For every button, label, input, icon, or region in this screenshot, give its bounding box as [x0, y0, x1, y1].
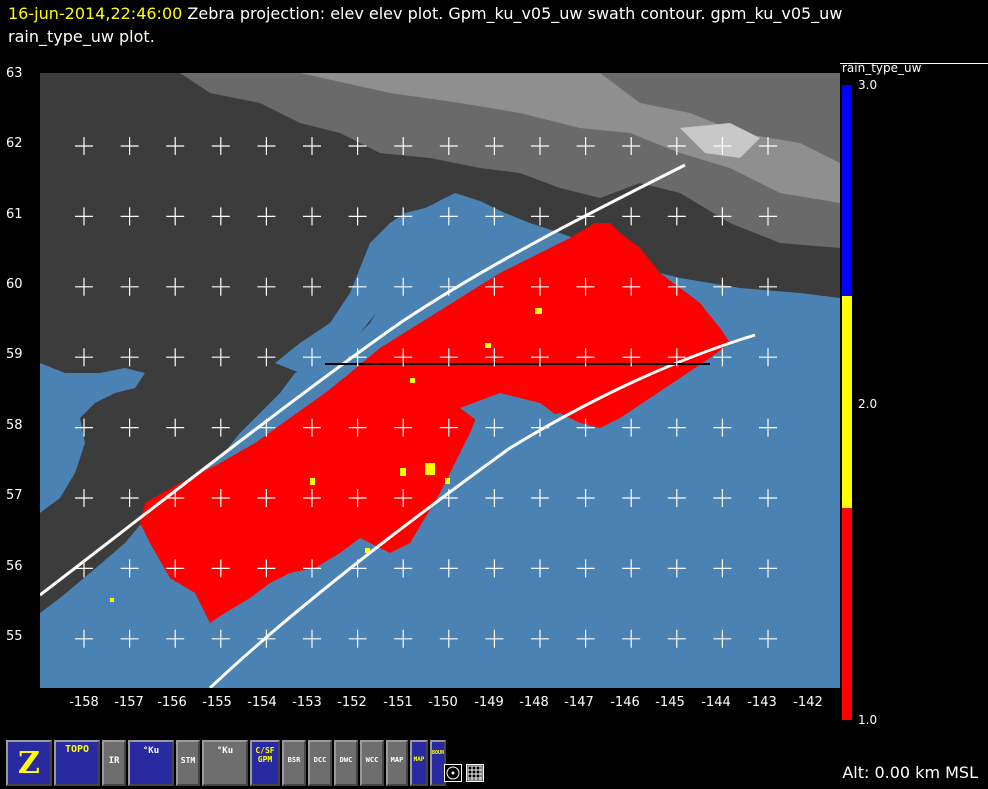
stm-button[interactable]: STM — [176, 740, 200, 786]
lon-label: -152 — [337, 695, 367, 710]
target-icon[interactable] — [444, 764, 462, 782]
lon-label: -143 — [747, 695, 777, 710]
c-sf-gpm-button-label: C/SF GPM — [255, 746, 275, 764]
title-description: Zebra projection: elev elev plot. Gpm_ku… — [182, 4, 843, 23]
topo-button-label: TOPO — [64, 744, 90, 755]
wcc-button-label: WCC — [365, 756, 379, 764]
lat-label: 56 — [6, 559, 23, 574]
topo-button[interactable]: TOPO — [54, 740, 100, 786]
zebra-logo-button[interactable]: Z — [6, 740, 52, 786]
ku-button[interactable]: °Ku — [128, 740, 174, 786]
bsr-button-label: BSR — [287, 756, 301, 764]
zebra-logo-label: Z — [18, 746, 40, 781]
map-us-button-label: MAP — [413, 756, 425, 763]
stm-button-label: STM — [180, 756, 196, 765]
bounds-button-label: BOUNDS — [432, 750, 445, 756]
lon-label: -145 — [655, 695, 685, 710]
dwc-button-label: DWC — [339, 756, 353, 764]
lat-label: 55 — [6, 629, 23, 644]
lon-label: -158 — [69, 695, 99, 710]
lat-label: 63 — [6, 66, 23, 81]
dcc-button[interactable]: DCC — [308, 740, 332, 786]
dcc-button-label: DCC — [313, 756, 327, 764]
lat-label: 61 — [6, 207, 23, 222]
colorbar-tick: 2.0 — [858, 397, 878, 411]
map-button[interactable]: MAP — [386, 740, 408, 786]
lon-label: -149 — [474, 695, 504, 710]
title-timestamp: 16-jun-2014,22:46:00 — [8, 4, 183, 23]
lon-label: -156 — [157, 695, 187, 710]
lon-label: -142 — [793, 695, 823, 710]
lon-label: -151 — [383, 695, 413, 710]
lon-label: -157 — [114, 695, 144, 710]
colorbar-segment-red — [842, 508, 852, 720]
altitude-readout: Alt: 0.00 km MSL — [842, 763, 978, 782]
colorbar-label: rain_type_uw — [842, 61, 922, 75]
map-canvas[interactable] — [40, 73, 840, 688]
lat-label: 58 — [6, 418, 23, 433]
lat-label: 59 — [6, 347, 23, 362]
title-line2: rain_type_uw plot. — [8, 27, 155, 46]
ku-button-label: °Ku — [142, 746, 160, 756]
ku-ws-button[interactable]: °Ku — [202, 740, 248, 786]
lon-label: -154 — [247, 695, 277, 710]
lon-label: -148 — [519, 695, 549, 710]
dwc-button[interactable]: DWC — [334, 740, 358, 786]
lon-label: -155 — [202, 695, 232, 710]
grid-icon[interactable] — [466, 764, 484, 782]
colorbar-tick: 3.0 — [858, 78, 878, 92]
lon-label: -144 — [701, 695, 731, 710]
ir-button-label: IR — [108, 756, 120, 766]
lon-label: -147 — [564, 695, 594, 710]
lat-label: 57 — [6, 488, 23, 503]
lon-label: -153 — [292, 695, 322, 710]
lon-label: -150 — [428, 695, 458, 710]
colorbar-segment-blue — [842, 85, 852, 296]
map-us-button[interactable]: MAP — [410, 740, 428, 786]
c-sf-gpm-button[interactable]: C/SF GPM — [250, 740, 280, 786]
ir-button[interactable]: IR — [102, 740, 126, 786]
plot-title: 16-jun-2014,22:46:00 Zebra projection: e… — [8, 2, 908, 48]
lat-label: 60 — [6, 277, 23, 292]
map-button-label: MAP — [390, 756, 404, 764]
bsr-button[interactable]: BSR — [282, 740, 306, 786]
colorbar-segment-yellow — [842, 296, 852, 508]
ku-ws-button-label: °Ku — [216, 746, 234, 756]
lon-label: -146 — [610, 695, 640, 710]
wcc-button[interactable]: WCC — [360, 740, 384, 786]
colorbar-tick: 1.0 — [858, 713, 878, 727]
lat-label: 62 — [6, 136, 23, 151]
